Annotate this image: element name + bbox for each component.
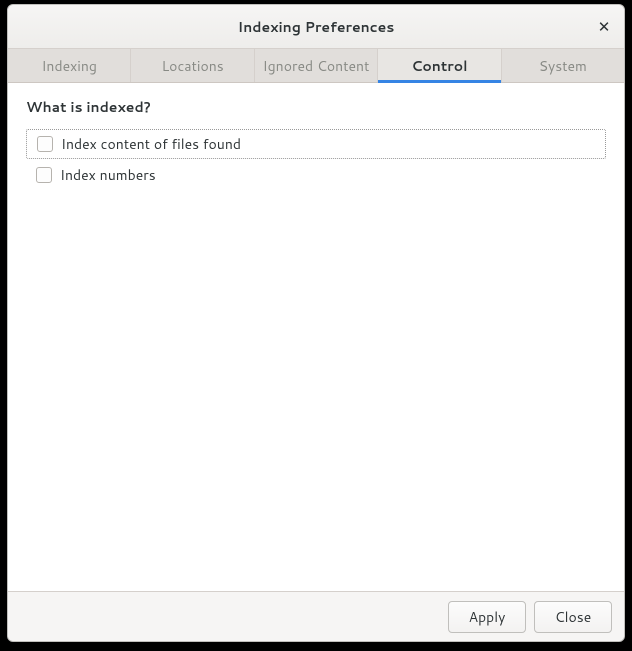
- content-area: What is indexed? Index content of files …: [8, 83, 624, 591]
- close-icon[interactable]: ✕: [594, 17, 614, 37]
- tab-label: Locations: [161, 56, 223, 76]
- tab-label: Control: [411, 56, 467, 76]
- tab-locations[interactable]: Locations: [131, 49, 254, 82]
- option-label: Index content of files found: [61, 134, 241, 154]
- tab-system[interactable]: System: [502, 49, 624, 82]
- tab-label: Ignored Content: [263, 56, 370, 76]
- option-index-numbers[interactable]: Index numbers: [26, 161, 606, 189]
- checkbox-index-numbers[interactable]: [36, 167, 52, 183]
- action-bar: Apply Close: [8, 591, 624, 641]
- window-title: Indexing Preferences: [238, 17, 395, 37]
- tab-label: Indexing: [41, 56, 97, 76]
- tab-ignored-content[interactable]: Ignored Content: [255, 49, 378, 82]
- section-title: What is indexed?: [26, 97, 606, 117]
- option-label: Index numbers: [60, 165, 156, 185]
- preferences-window: Indexing Preferences ✕ Indexing Location…: [7, 4, 625, 642]
- checkbox-index-content[interactable]: [37, 136, 53, 152]
- option-index-content[interactable]: Index content of files found: [26, 129, 606, 159]
- titlebar: Indexing Preferences ✕: [8, 5, 624, 49]
- button-label: Close: [555, 607, 592, 627]
- tab-label: System: [539, 56, 587, 76]
- tab-control[interactable]: Control: [378, 49, 501, 82]
- tab-indexing[interactable]: Indexing: [8, 49, 131, 82]
- close-button[interactable]: Close: [534, 601, 612, 633]
- apply-button[interactable]: Apply: [448, 601, 526, 633]
- tab-bar: Indexing Locations Ignored Content Contr…: [8, 49, 624, 83]
- button-label: Apply: [469, 607, 506, 627]
